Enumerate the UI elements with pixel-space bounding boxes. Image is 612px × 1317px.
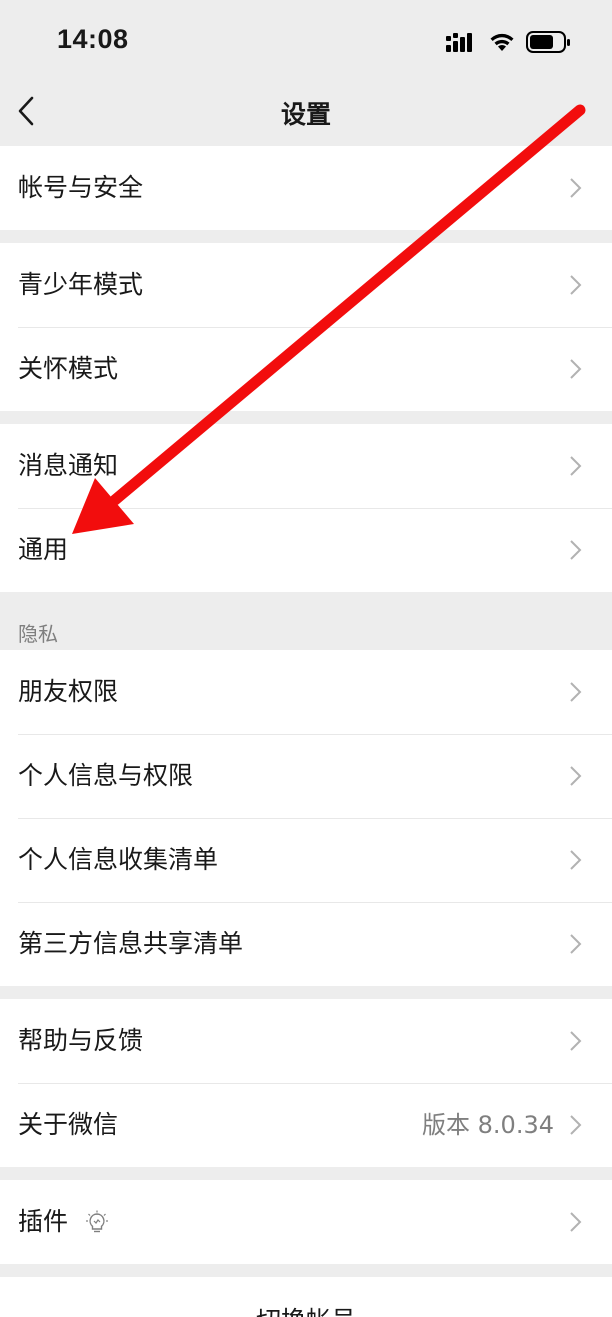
settings-item-label: 青少年模式	[18, 270, 144, 299]
chevron-right-icon	[570, 1212, 582, 1232]
chevron-right-icon	[570, 682, 582, 702]
settings-item-friend-permissions[interactable]: 朋友权限	[0, 650, 612, 734]
chevron-right-icon	[570, 178, 582, 198]
settings-group-about: 帮助与反馈 关于微信 版本 8.0.34	[0, 999, 612, 1167]
chevron-right-icon	[570, 1115, 582, 1135]
wifi-icon	[490, 33, 514, 51]
chevron-right-icon	[570, 934, 582, 954]
settings-item-help-feedback[interactable]: 帮助与反馈	[0, 999, 612, 1083]
switch-account-button[interactable]: 切换帐号	[0, 1277, 612, 1317]
cellular-signal-icon	[446, 33, 472, 52]
status-bar: 14:08	[0, 0, 612, 80]
settings-group-plugins: 插件	[0, 1180, 612, 1264]
settings-item-general[interactable]: 通用	[0, 508, 612, 592]
settings-item-notifications[interactable]: 消息通知	[0, 424, 612, 508]
settings-group-account: 帐号与安全	[0, 146, 612, 230]
settings-item-plugins[interactable]: 插件	[0, 1180, 612, 1264]
settings-item-label: 朋友权限	[18, 677, 119, 706]
settings-item-third-party-sharing[interactable]: 第三方信息共享清单	[0, 902, 612, 986]
settings-item-personal-info-permissions[interactable]: 个人信息与权限	[0, 734, 612, 818]
chevron-right-icon	[570, 766, 582, 786]
settings-item-personal-info-collection[interactable]: 个人信息收集清单	[0, 818, 612, 902]
settings-item-label: 个人信息与权限	[18, 761, 194, 790]
switch-account-label: 切换帐号	[0, 1301, 612, 1317]
settings-item-label: 通用	[18, 535, 69, 564]
settings-item-about-wechat[interactable]: 关于微信 版本 8.0.34	[0, 1083, 612, 1167]
chevron-right-icon	[570, 456, 582, 476]
page-title: 设置	[280, 100, 331, 129]
chevron-right-icon	[570, 850, 582, 870]
settings-group-modes: 青少年模式 关怀模式	[0, 243, 612, 411]
settings-item-label: 帮助与反馈	[18, 1026, 144, 1055]
section-header-privacy: 隐私	[18, 622, 58, 646]
settings-item-teen-mode[interactable]: 青少年模式	[0, 243, 612, 327]
settings-item-label: 关怀模式	[18, 354, 119, 383]
settings-item-account-security[interactable]: 帐号与安全	[0, 146, 612, 230]
settings-item-label: 关于微信	[18, 1110, 119, 1139]
chevron-right-icon	[570, 359, 582, 379]
lightbulb-icon	[86, 1210, 108, 1233]
status-time: 14:08	[57, 24, 129, 54]
nav-bar: 设置	[0, 80, 612, 146]
settings-item-care-mode[interactable]: 关怀模式	[0, 327, 612, 411]
settings-item-label: 个人信息收集清单	[18, 845, 219, 874]
chevron-right-icon	[570, 275, 582, 295]
settings-item-label: 帐号与安全	[18, 173, 144, 202]
settings-group-privacy: 朋友权限 个人信息与权限 个人信息收集清单 第三方信息共享清单	[0, 650, 612, 986]
chevron-right-icon	[570, 1031, 582, 1051]
chevron-right-icon	[570, 540, 582, 560]
settings-group-general: 消息通知 通用	[0, 424, 612, 592]
version-value: 版本 8.0.34	[422, 1111, 554, 1139]
settings-item-label: 插件	[18, 1207, 69, 1236]
settings-item-label: 消息通知	[18, 451, 119, 480]
settings-item-label: 第三方信息共享清单	[18, 929, 244, 958]
battery-icon	[526, 31, 570, 53]
